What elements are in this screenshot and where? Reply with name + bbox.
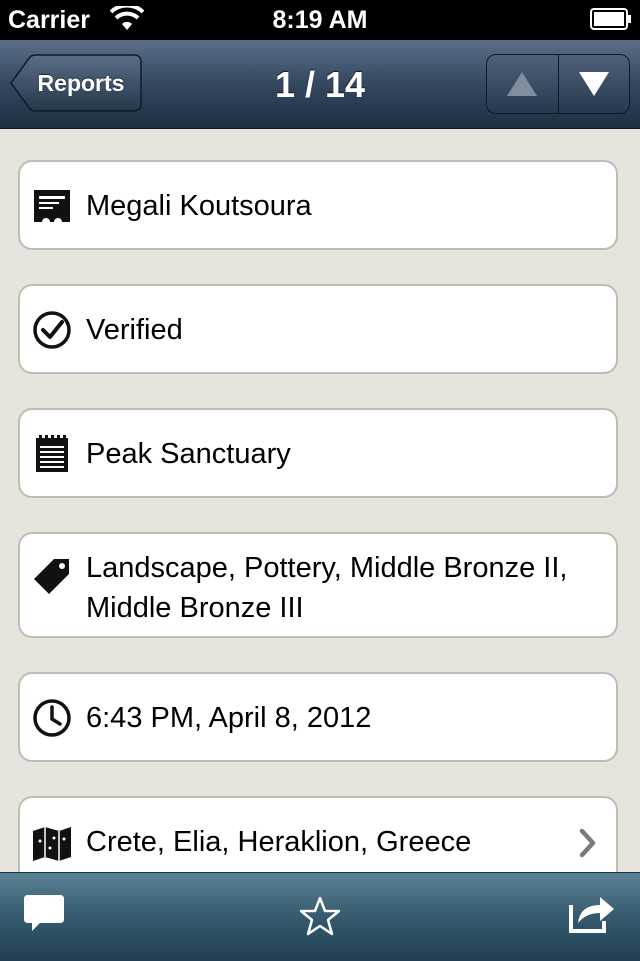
ticket-icon <box>34 190 70 222</box>
comment-icon[interactable] <box>22 893 66 933</box>
category-row: Peak Sanctuary <box>18 408 618 498</box>
chevron-right-icon <box>579 828 596 858</box>
report-location: Crete, Elia, Heraklion, Greece <box>86 826 472 858</box>
report-tags: Landscape, Pottery, Middle Bronze II, Mi… <box>86 552 568 624</box>
check-circle-icon <box>33 311 71 349</box>
report-name: Megali Koutsoura <box>86 190 312 222</box>
status-bar: Carrier 8:19 AM <box>0 0 640 40</box>
navigation-bar: Reports 1 / 14 <box>0 40 640 129</box>
previous-button[interactable] <box>487 55 558 113</box>
datetime-row: 6:43 PM, April 8, 2012 <box>18 672 618 762</box>
status-row: Verified <box>18 284 618 374</box>
clock-time: 8:19 AM <box>272 6 368 34</box>
prev-next-control <box>486 54 630 114</box>
page-title: 1 / 14 <box>274 64 366 105</box>
map-icon <box>33 827 71 861</box>
name-row: Megali Koutsoura <box>18 160 618 250</box>
share-icon[interactable] <box>566 891 618 935</box>
report-datetime: 6:43 PM, April 8, 2012 <box>86 702 372 734</box>
tags-row: Landscape, Pottery, Middle Bronze II, Mi… <box>18 532 618 638</box>
notepad-icon <box>36 435 68 472</box>
verification-status: Verified <box>86 314 183 346</box>
arrow-up-icon <box>507 72 538 96</box>
arrow-down-icon <box>578 72 609 96</box>
clock-icon <box>33 699 71 737</box>
back-button-label: Reports <box>37 69 125 96</box>
back-button[interactable]: Reports <box>10 54 142 112</box>
bottom-toolbar <box>0 872 640 961</box>
battery-icon <box>590 8 631 30</box>
tag-icon <box>34 559 69 594</box>
star-icon[interactable] <box>298 895 342 937</box>
report-category: Peak Sanctuary <box>86 438 291 470</box>
next-button[interactable] <box>557 55 630 113</box>
